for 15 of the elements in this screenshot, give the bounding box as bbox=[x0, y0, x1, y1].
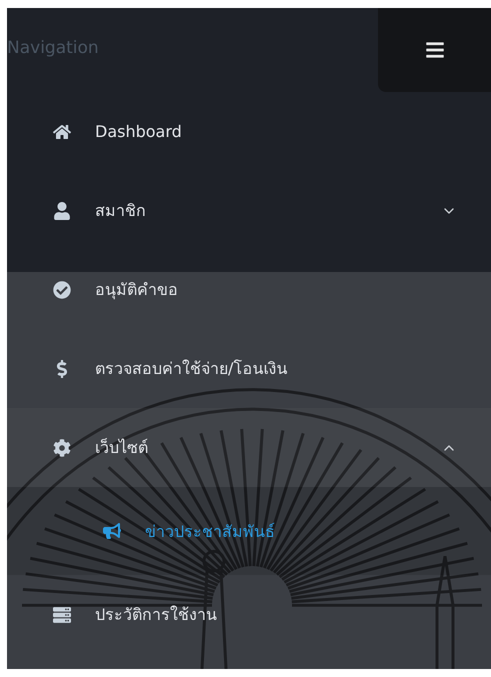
menu-item[interactable]: เว็บไซต์ bbox=[7, 408, 491, 487]
server-icon bbox=[53, 606, 71, 624]
navigation-title: Navigation bbox=[7, 37, 99, 58]
home-icon bbox=[53, 122, 71, 140]
menu-toggle-button[interactable] bbox=[378, 8, 491, 92]
menu-icon bbox=[424, 40, 444, 60]
menu-item[interactable]: ตรวจสอบค่าใช้จ่าย/โอนเงิน bbox=[7, 329, 491, 408]
menu-item[interactable]: ประวัติการใช้งาน bbox=[7, 575, 491, 654]
megaphone-icon bbox=[103, 522, 121, 540]
menu-item[interactable]: สมาชิก bbox=[7, 171, 491, 250]
menu-item[interactable]: อนุมัติคำขอ bbox=[7, 250, 491, 329]
submenu-item[interactable]: ข่าวประชาสัมพันธ์ bbox=[7, 487, 491, 575]
user-icon bbox=[53, 202, 71, 220]
settings-icon bbox=[53, 438, 71, 456]
menu-item[interactable]: Dashboard bbox=[7, 92, 491, 171]
